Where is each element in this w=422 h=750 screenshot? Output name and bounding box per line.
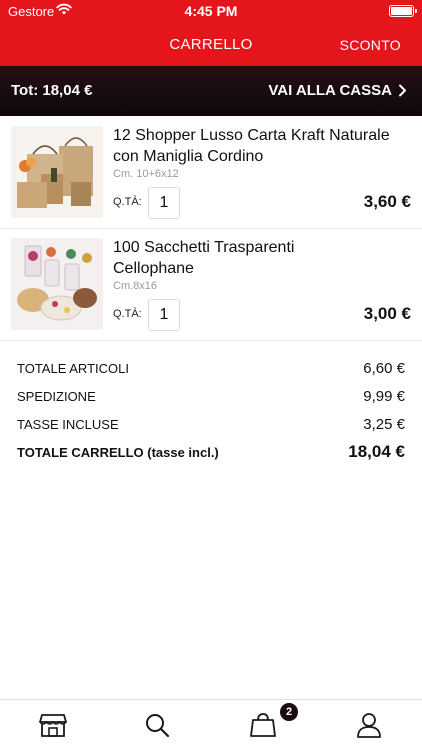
summary-row-total: TOTALE CARRELLO (tasse incl.) 18,04 €	[17, 438, 405, 466]
cart-total-label: Tot: 18,04 €	[11, 82, 93, 99]
chevron-right-icon	[399, 84, 406, 97]
tab-bar	[0, 699, 422, 750]
order-summary: TOTALE ARTICOLI 6,60 € SPEDIZIONE 9,99 €…	[17, 354, 405, 466]
user-icon[interactable]	[355, 712, 383, 738]
cart-item: 12 Shopper Lusso Carta Kraft Naturale co…	[0, 116, 422, 229]
item-name[interactable]: 12 Shopper Lusso Carta Kraft Naturale co…	[113, 125, 403, 167]
status-bar: Gestore 4:45 PM	[0, 0, 422, 22]
item-dimensions: Cm. 10+6x12	[113, 168, 179, 180]
battery-icon	[389, 5, 417, 17]
shopping-bag-icon[interactable]	[249, 712, 277, 738]
product-image-kraft-bags[interactable]	[11, 126, 103, 218]
item-price: 3,60 €	[363, 192, 411, 211]
clock: 4:45 PM	[184, 3, 238, 19]
shipping-label: SPEDIZIONE	[17, 388, 96, 404]
tax-value: 3,25 €	[363, 415, 405, 433]
summary-row-shipping: SPEDIZIONE 9,99 €	[17, 382, 405, 410]
total-bar: Tot: 18,04 € VAI ALLA CASSA	[0, 66, 422, 116]
cart-total-summary-label: TOTALE CARRELLO (tasse incl.)	[17, 444, 219, 460]
checkout-label: VAI ALLA CASSA	[268, 82, 392, 99]
app-header: Gestore 4:45 PM CARRELLO SCONTO	[0, 0, 422, 66]
articles-label: TOTALE ARTICOLI	[17, 360, 129, 376]
articles-value: 6,60 €	[363, 359, 405, 377]
quantity-field[interactable]: 1	[148, 299, 180, 331]
tax-label: TASSE INCLUSE	[17, 416, 119, 432]
cart-count-badge: 2	[280, 703, 298, 721]
cart-item: 100 Sacchetti Trasparenti Cellophane Cm.…	[0, 228, 422, 341]
quantity-field[interactable]: 1	[148, 187, 180, 219]
search-icon[interactable]	[144, 712, 172, 738]
shipping-value: 9,99 €	[363, 387, 405, 405]
shop-icon[interactable]	[39, 712, 67, 738]
cart-total-summary-value: 18,04 €	[348, 442, 405, 461]
summary-row-articles: TOTALE ARTICOLI 6,60 €	[17, 354, 405, 382]
product-image-cellophane-bags[interactable]	[11, 238, 103, 330]
summary-row-tax: TASSE INCLUSE 3,25 €	[17, 410, 405, 438]
discount-button[interactable]: SCONTO	[340, 37, 401, 53]
item-dimensions: Cm.8x16	[113, 280, 158, 292]
item-name[interactable]: 100 Sacchetti Trasparenti Cellophane	[113, 237, 313, 279]
checkout-button[interactable]: VAI ALLA CASSA	[268, 82, 407, 99]
quantity-label: Q.TÀ:	[113, 308, 142, 320]
quantity-label: Q.TÀ:	[113, 196, 142, 208]
item-price: 3,00 €	[363, 304, 411, 323]
